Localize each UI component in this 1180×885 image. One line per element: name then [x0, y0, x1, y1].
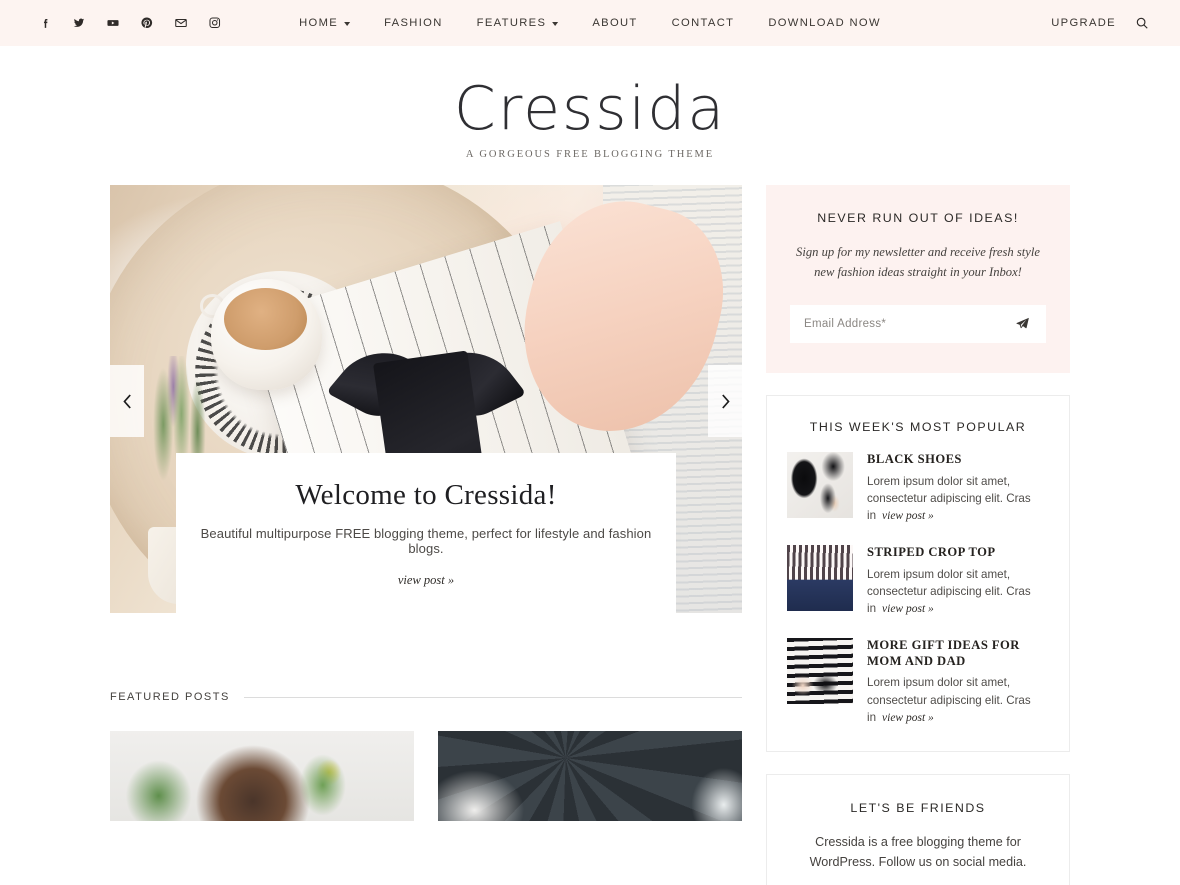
- popular-post-view-link[interactable]: view post »: [882, 712, 934, 724]
- nav-label: CONTACT: [671, 17, 735, 29]
- site-header: Cressida A GORGEOUS FREE BLOGGING THEME: [0, 46, 1180, 161]
- nav-item-about[interactable]: ABOUT: [575, 17, 654, 29]
- slider-next-button[interactable]: [708, 365, 742, 437]
- hero-title: Welcome to Cressida!: [295, 479, 557, 511]
- popular-posts-title: THIS WEEK'S MOST POPULAR: [809, 419, 1027, 434]
- social-links: [28, 6, 232, 40]
- site-title[interactable]: Cressida: [454, 74, 726, 144]
- popular-post-title[interactable]: MORE GIFT IDEAS FOR MOM AND DAD: [867, 638, 1049, 669]
- email-input[interactable]: [804, 317, 1012, 330]
- featured-post-card[interactable]: [110, 731, 414, 821]
- popular-post-title[interactable]: STRIPED CROP TOP: [867, 545, 1049, 561]
- facebook-icon[interactable]: [28, 6, 62, 40]
- hero-slider: Welcome to Cressida! Beautiful multipurp…: [110, 185, 742, 613]
- main-column: Welcome to Cressida! Beautiful multipurp…: [110, 185, 742, 821]
- sidebar: NEVER RUN OUT OF IDEAS! Sign up for my n…: [766, 185, 1070, 885]
- hero-subtitle: Beautiful multipurpose FREE blogging the…: [200, 526, 652, 556]
- popular-post-item[interactable]: STRIPED CROP TOP Lorem ipsum dolor sit a…: [787, 544, 1049, 618]
- friends-description: Cressida is a free blogging theme for Wo…: [809, 834, 1027, 870]
- page-content: Welcome to Cressida! Beautiful multipurp…: [110, 160, 1070, 885]
- newsletter-form: [790, 304, 1046, 343]
- featured-divider: [243, 696, 742, 698]
- chevron-right-icon: [721, 393, 730, 409]
- email-icon[interactable]: [164, 6, 198, 40]
- nav-label: ABOUT: [592, 17, 638, 29]
- nav-label: HOME: [299, 17, 339, 29]
- featured-posts-label: FEATURED POSTS: [110, 691, 230, 703]
- chevron-left-icon: [122, 393, 131, 409]
- newsletter-title: NEVER RUN OUT OF IDEAS!: [817, 211, 1019, 225]
- popular-post-excerpt: Lorem ipsum dolor sit amet, consectetur …: [867, 566, 1049, 618]
- twitter-icon[interactable]: [62, 6, 96, 40]
- featured-posts-grid: [110, 731, 742, 821]
- slider-prev-button[interactable]: [110, 365, 144, 437]
- popular-post-body: STRIPED CROP TOP Lorem ipsum dolor sit a…: [867, 545, 1049, 618]
- pinterest-icon[interactable]: [130, 6, 164, 40]
- popular-post-body: MORE GIFT IDEAS FOR MOM AND DAD Lorem ip…: [867, 638, 1049, 727]
- lets-be-friends-widget: LET'S BE FRIENDS Cressida is a free blog…: [766, 773, 1070, 885]
- chevron-down-icon: [344, 22, 351, 26]
- featured-post-image: [110, 731, 414, 821]
- nav-label: FASHION: [384, 17, 443, 29]
- popular-post-thumbnail: [787, 544, 853, 611]
- nav-item-fashion[interactable]: FASHION: [367, 17, 460, 29]
- top-bar: HOME FASHION FEATURES ABOUT CONTACT DOWN…: [0, 0, 1180, 46]
- featured-post-card[interactable]: [438, 731, 742, 821]
- popular-post-body: BLACK SHOES Lorem ipsum dolor sit amet, …: [867, 452, 1049, 525]
- youtube-icon[interactable]: [96, 6, 130, 40]
- popular-post-excerpt: Lorem ipsum dolor sit amet, consectetur …: [867, 473, 1049, 525]
- nav-item-features[interactable]: FEATURES: [460, 17, 576, 29]
- featured-posts-header: FEATURED POSTS: [110, 691, 742, 703]
- popular-post-view-link[interactable]: view post »: [882, 603, 934, 615]
- popular-posts-widget: THIS WEEK'S MOST POPULAR BLACK SHOES Lor…: [766, 394, 1070, 752]
- featured-post-image: [438, 731, 742, 821]
- hero-caption: Welcome to Cressida! Beautiful multipurp…: [176, 453, 676, 613]
- search-icon[interactable]: [1132, 13, 1152, 33]
- upgrade-link[interactable]: UPGRADE: [1051, 17, 1116, 29]
- chevron-down-icon: [552, 22, 559, 26]
- main-navigation: HOME FASHION FEATURES ABOUT CONTACT DOWN…: [282, 17, 898, 29]
- nav-label: DOWNLOAD NOW: [768, 17, 881, 29]
- hero-view-post-link[interactable]: view post »: [398, 573, 454, 588]
- instagram-icon[interactable]: [198, 6, 232, 40]
- popular-post-item[interactable]: BLACK SHOES Lorem ipsum dolor sit amet, …: [787, 451, 1049, 525]
- popular-post-thumbnail: [787, 637, 853, 704]
- nav-item-download-now[interactable]: DOWNLOAD NOW: [751, 17, 898, 29]
- friends-title: LET'S BE FRIENDS: [850, 800, 986, 815]
- paper-plane-icon: [1015, 318, 1029, 329]
- popular-post-excerpt: Lorem ipsum dolor sit amet, consectetur …: [867, 674, 1049, 726]
- nav-item-contact[interactable]: CONTACT: [655, 17, 752, 29]
- newsletter-description: Sign up for my newsletter and receive fr…: [796, 245, 1040, 280]
- top-bar-right: UPGRADE: [1051, 13, 1152, 33]
- nav-item-home[interactable]: HOME: [282, 17, 367, 29]
- newsletter-widget: NEVER RUN OUT OF IDEAS! Sign up for my n…: [766, 185, 1070, 373]
- nav-label: FEATURES: [476, 17, 547, 29]
- popular-post-view-link[interactable]: view post »: [882, 510, 934, 522]
- popular-post-item[interactable]: MORE GIFT IDEAS FOR MOM AND DAD Lorem ip…: [787, 637, 1049, 727]
- site-tagline: A GORGEOUS FREE BLOGGING THEME: [465, 149, 715, 160]
- popular-posts-list: BLACK SHOES Lorem ipsum dolor sit amet, …: [787, 451, 1049, 727]
- popular-post-thumbnail: [787, 451, 853, 518]
- newsletter-submit-button[interactable]: [1012, 314, 1032, 334]
- coffee-liquid: [223, 287, 308, 350]
- popular-post-title[interactable]: BLACK SHOES: [867, 452, 1049, 468]
